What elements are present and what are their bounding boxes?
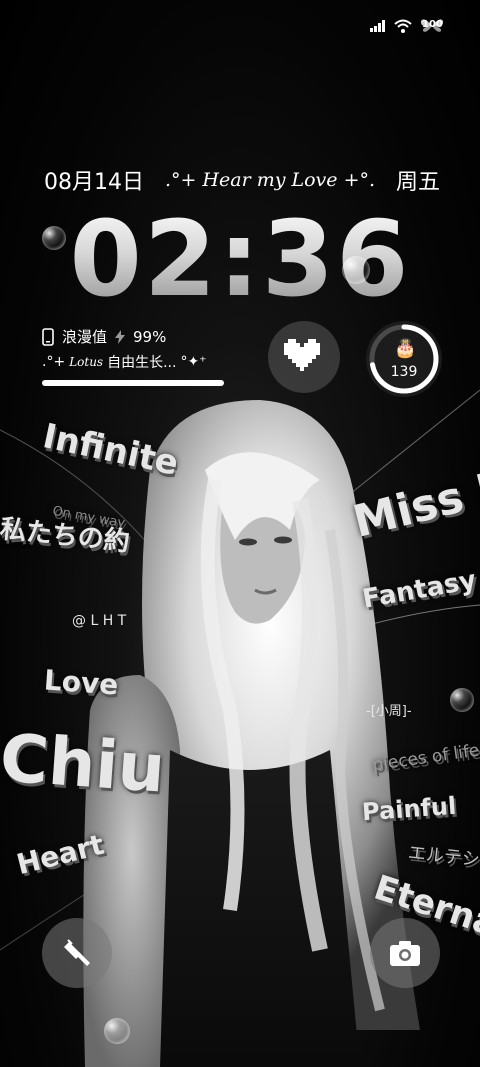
flashlight-button[interactable] — [42, 918, 112, 988]
romance-label: 浪漫值 — [62, 328, 108, 346]
bubble-decoration — [450, 688, 474, 712]
wallpaper-text-chiu: Chiu — [0, 719, 168, 808]
motto-suffix: °✦⁺ — [180, 354, 207, 370]
bubble-decoration — [342, 256, 370, 284]
camera-button[interactable] — [370, 918, 440, 988]
motto-text: 自由生长... — [107, 355, 177, 371]
wifi-icon — [394, 19, 412, 33]
clock-time: 02:36 — [0, 198, 480, 320]
motto-line: .°+ Lotus 自由生长... °✦⁺ — [42, 352, 207, 372]
heart-widget[interactable] — [268, 321, 340, 393]
romance-value: 99% — [133, 327, 167, 346]
battery-icon: 100 — [420, 18, 444, 34]
charging-bolt-icon — [115, 329, 126, 344]
battery-level: 100 — [422, 19, 443, 30]
pixel-heart-icon — [284, 339, 320, 371]
date-text: 08月14日 — [44, 170, 144, 195]
bubble-decoration — [42, 226, 66, 250]
progress-ring — [369, 324, 439, 394]
date-row: 08月14日 .°+ Hear my Love +°. 周五 — [44, 164, 440, 196]
bubble-decoration — [104, 1018, 130, 1044]
signal-icon — [370, 20, 385, 32]
motto-prefix: .°+ — [42, 354, 66, 370]
day-counter-widget[interactable]: 🎂 139 — [366, 321, 442, 397]
wallpaper-text-love: Love — [42, 663, 120, 702]
motto-latin: Lotus — [69, 355, 104, 369]
day-count: 139 — [390, 364, 418, 380]
weekday-text: 周五 — [395, 170, 440, 195]
status-bar: 100 — [370, 18, 444, 34]
cake-icon: 🎂 — [394, 338, 417, 359]
flashlight-icon — [64, 939, 90, 966]
wallpaper-text-lht: @ L H T — [72, 613, 127, 629]
romance-progress-bar — [42, 380, 224, 386]
tagline-text: .°+ Hear my Love +°. — [164, 169, 376, 191]
lock-screen: Infinite On my way 私たちの約 @ L H T Love Ch… — [0, 0, 480, 1067]
romance-widget[interactable]: 浪漫值 99% — [42, 326, 166, 347]
wallpaper-text-xiaozhou: -[小周]- — [366, 704, 412, 719]
camera-icon — [390, 941, 420, 966]
phone-icon — [42, 327, 54, 346]
